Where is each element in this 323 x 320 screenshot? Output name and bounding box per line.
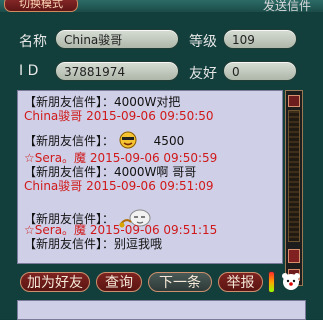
message-line-3: 【新朋友信件】： 4500 bbox=[24, 131, 185, 149]
scroll-thumb[interactable] bbox=[288, 249, 300, 263]
message-line-1: 【新朋友信件】：4000W对把 bbox=[24, 95, 181, 109]
level-field: 109 bbox=[223, 29, 297, 49]
name-field: China骏哥 bbox=[55, 29, 179, 49]
level-label: 等级 bbox=[189, 34, 217, 50]
add-friend-button[interactable]: 加为好友 bbox=[20, 272, 90, 292]
status-indicator bbox=[268, 271, 275, 293]
friendliness-field: 0 bbox=[223, 61, 297, 81]
bear-emoji-icon[interactable] bbox=[280, 270, 302, 292]
id-label: I D bbox=[19, 63, 39, 79]
message-line-3-tail: 4500 bbox=[153, 134, 185, 148]
message-line-2: China骏哥 2015-09-06 09:50:50 bbox=[24, 109, 214, 123]
message-line-3-text: 【新朋友信件】： bbox=[24, 134, 115, 148]
window-title: 发送信件 bbox=[263, 0, 312, 13]
message-line-4: ☆Sera。魔 2015-09-06 09:50:59 bbox=[24, 151, 218, 165]
report-button[interactable]: 举报 bbox=[218, 272, 263, 292]
message-line-8: ☆Sera。魔 2015-09-06 09:51:15 bbox=[24, 223, 218, 237]
happy-emoji-icon bbox=[118, 131, 138, 152]
send-letter-window: 切换模式 发送信件 名称 China骏哥 等级 109 I D 37881974… bbox=[0, 0, 323, 320]
message-history[interactable]: 【新朋友信件】：4000W对把 China骏哥 2015-09-06 09:50… bbox=[17, 90, 283, 264]
switch-mode-tab[interactable]: 切换模式 bbox=[4, 0, 78, 12]
scroll-track bbox=[288, 110, 300, 242]
message-scrollbar[interactable] bbox=[285, 90, 303, 286]
scroll-up-button[interactable] bbox=[288, 95, 300, 107]
name-label: 名称 bbox=[19, 34, 47, 50]
next-button[interactable]: 下一条 bbox=[148, 272, 212, 292]
query-button[interactable]: 查询 bbox=[96, 272, 142, 292]
id-field: 37881974 bbox=[55, 61, 179, 81]
message-line-5: 【新朋友信件】：4000W啊 哥哥 bbox=[24, 165, 197, 179]
message-input[interactable] bbox=[17, 300, 306, 320]
message-line-7: 【新朋友信件】： bbox=[24, 207, 154, 228]
message-line-6: China骏哥 2015-09-06 09:51:09 bbox=[24, 179, 214, 193]
message-line-9: 【新朋友信件】：别逗我哦 bbox=[24, 237, 163, 251]
friendliness-label: 友好 bbox=[189, 66, 217, 82]
